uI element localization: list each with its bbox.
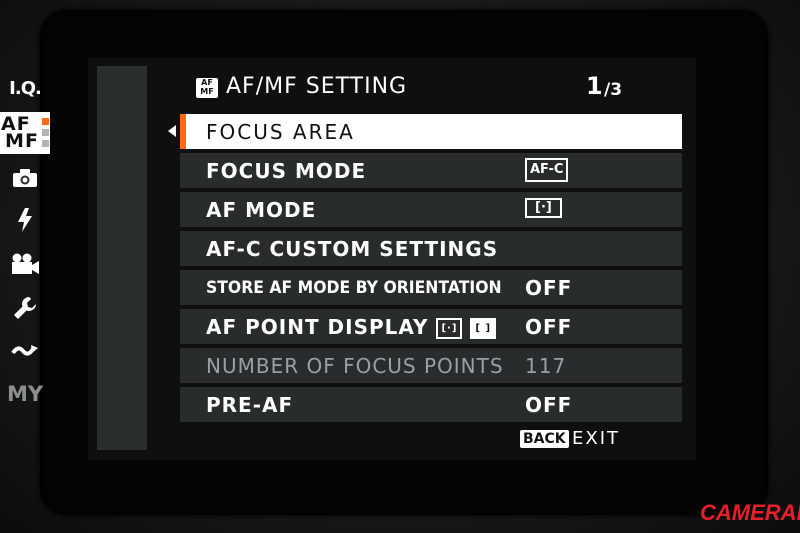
header-icon-mf: MF	[200, 87, 214, 96]
sidebar-item-image-quality[interactable]: I.Q.	[0, 70, 50, 106]
menu-item-label: FOCUS MODE	[206, 158, 367, 183]
menu-item-value: OFF	[525, 314, 573, 339]
af-c-badge-icon: AF-C	[525, 158, 569, 182]
menu-item-store-af-mode[interactable]: STORE AF MODE BY ORIENTATION OFF	[180, 270, 682, 305]
menu-item-label: AF MODE	[206, 197, 317, 222]
selection-marker	[180, 114, 186, 149]
sidebar-item-my-menu[interactable]: MY	[0, 376, 50, 412]
menu-item-af-point-display[interactable]: AF POINT DISPLAY [·] [ ] OFF	[180, 309, 682, 344]
exit-label: EXIT	[572, 428, 621, 449]
grey-square-icon	[41, 140, 49, 147]
menu-item-label: NUMBER OF FOCUS POINTS	[206, 353, 504, 378]
page-current: 1	[586, 72, 603, 100]
flash-icon	[18, 208, 32, 232]
menu-item-value: OFF	[525, 392, 573, 417]
menu-item-focus-area[interactable]: FOCUS AREA	[180, 114, 682, 149]
zone-af-icon: [ ]	[470, 317, 497, 339]
menu-item-label: AF POINT DISPLAY [·] [ ]	[206, 314, 497, 339]
my-menu-icon: MY	[6, 382, 44, 406]
sidebar-item-af-mf[interactable]: AF MF	[0, 112, 50, 154]
sidebar-item-shooting[interactable]	[0, 160, 50, 196]
active-pointer-icon	[168, 125, 176, 137]
menu-item-af-mode[interactable]: AF MODE [·]	[180, 192, 682, 227]
orange-square-icon	[41, 118, 49, 125]
menu-item-pre-af[interactable]: PRE-AF OFF	[180, 387, 682, 422]
sidebar-item-flash[interactable]	[0, 202, 50, 238]
sidebar-item-movie[interactable]	[0, 246, 50, 282]
page-total: /3	[604, 80, 623, 100]
af-mf-icon: AF MF	[1, 115, 49, 152]
wireless-icon	[11, 345, 38, 356]
single-point-af-icon: [·]	[525, 198, 562, 218]
menu-item-label: AF-C CUSTOM SETTINGS	[206, 236, 499, 261]
menu-item-value: 117	[525, 353, 567, 378]
menu-sidebar	[97, 66, 147, 450]
image-quality-icon: I.Q.	[9, 77, 42, 99]
page-title: AF/MF SETTING	[226, 74, 408, 99]
menu-item-label: PRE-AF	[206, 392, 294, 417]
grey-square-icon	[41, 129, 49, 136]
af-mf-header-icon: AF MF	[196, 78, 218, 98]
menu-item-label: FOCUS AREA	[206, 119, 355, 144]
movie-camera-icon	[12, 253, 39, 274]
menu-item-value: OFF	[525, 275, 573, 300]
camera-icon	[13, 169, 37, 187]
menu-item-number-of-focus-points[interactable]: NUMBER OF FOCUS POINTS 117	[180, 348, 682, 383]
back-button[interactable]: BACK	[520, 430, 569, 448]
watermark-logo: CAMERART	[700, 500, 800, 525]
menu-item-af-c-custom[interactable]: AF-C CUSTOM SETTINGS	[180, 231, 682, 266]
sidebar-item-connection[interactable]	[0, 333, 50, 369]
wrench-icon	[14, 297, 36, 319]
sidebar-item-setup[interactable]	[0, 290, 50, 326]
single-point-af-icon: [·]	[436, 317, 463, 339]
menu-item-focus-mode[interactable]: FOCUS MODE AF-C	[180, 153, 682, 188]
menu-item-label-text: AF POINT DISPLAY	[206, 314, 429, 339]
mf-label: MF	[5, 130, 39, 152]
menu-item-label: STORE AF MODE BY ORIENTATION	[206, 277, 502, 298]
header-icon-af: AF	[201, 78, 213, 87]
